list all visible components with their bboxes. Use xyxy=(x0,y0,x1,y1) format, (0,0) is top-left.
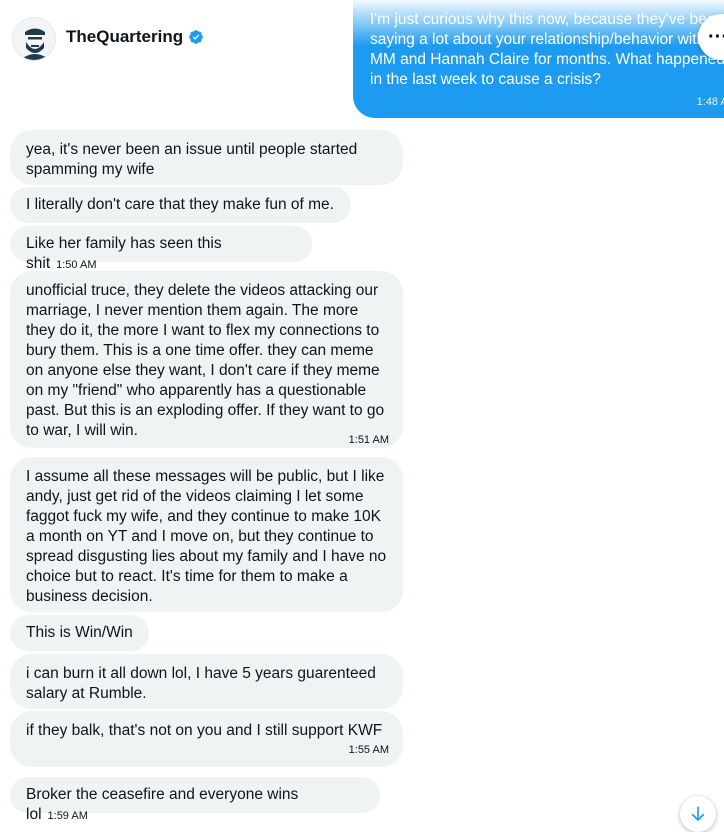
message-text: This is Win/Win xyxy=(26,624,133,641)
scroll-to-bottom-button[interactable] xyxy=(680,796,716,832)
received-message[interactable]: This is Win/Win xyxy=(10,615,149,651)
message-text: yea, it's never been an issue until peop… xyxy=(26,141,358,178)
received-message[interactable]: Broker the ceasefire and everyone wins l… xyxy=(10,777,380,823)
message-time: 1:59 AM xyxy=(47,810,88,822)
message-text: if they balk, that's not on you and I st… xyxy=(26,722,383,739)
more-horizontal-icon: ··· xyxy=(708,25,724,48)
sent-message-line: MM and Hannah Claire for months. What ha… xyxy=(370,51,724,68)
received-message[interactable]: I assume all these messages will be publ… xyxy=(10,457,403,612)
sent-message-line: in the last week to cause a crisis? xyxy=(370,71,601,88)
verified-badge-icon xyxy=(189,30,203,44)
received-message[interactable]: i can burn it all down lol, I have 5 yea… xyxy=(10,654,403,709)
message-text: unofficial truce, they delete the videos… xyxy=(26,282,385,439)
received-message[interactable]: yea, it's never been an issue until peop… xyxy=(10,130,403,185)
arrow-down-icon xyxy=(691,806,705,821)
sent-message[interactable]: I'm just curious why this now, because t… xyxy=(353,0,724,118)
conversation-title[interactable]: TheQuartering xyxy=(66,27,204,47)
sent-message-line: I'm just curious why this now, because t… xyxy=(370,11,724,28)
message-text: i can burn it all down lol, I have 5 yea… xyxy=(26,665,376,702)
avatar-icon xyxy=(23,28,47,60)
received-message[interactable]: if they balk, that's not on you and I st… xyxy=(10,711,403,767)
message-time: 1:50 AM xyxy=(56,259,97,271)
sent-message-time: 1:48 AM xyxy=(696,96,724,108)
received-message[interactable]: I literally don't care that they make fu… xyxy=(10,187,351,223)
received-message[interactable]: unofficial truce, they delete the videos… xyxy=(10,271,403,448)
received-message[interactable]: Like her family has seen this shit 1:50 A… xyxy=(10,226,312,272)
message-text: I assume all these messages will be publ… xyxy=(26,468,387,605)
message-text: I literally don't care that they make fu… xyxy=(26,196,334,213)
sent-message-line: saying a lot about your relationship/beh… xyxy=(370,31,706,48)
avatar[interactable] xyxy=(12,17,56,61)
message-time: 1:55 AM xyxy=(348,744,389,756)
user-name: TheQuartering xyxy=(66,27,184,46)
